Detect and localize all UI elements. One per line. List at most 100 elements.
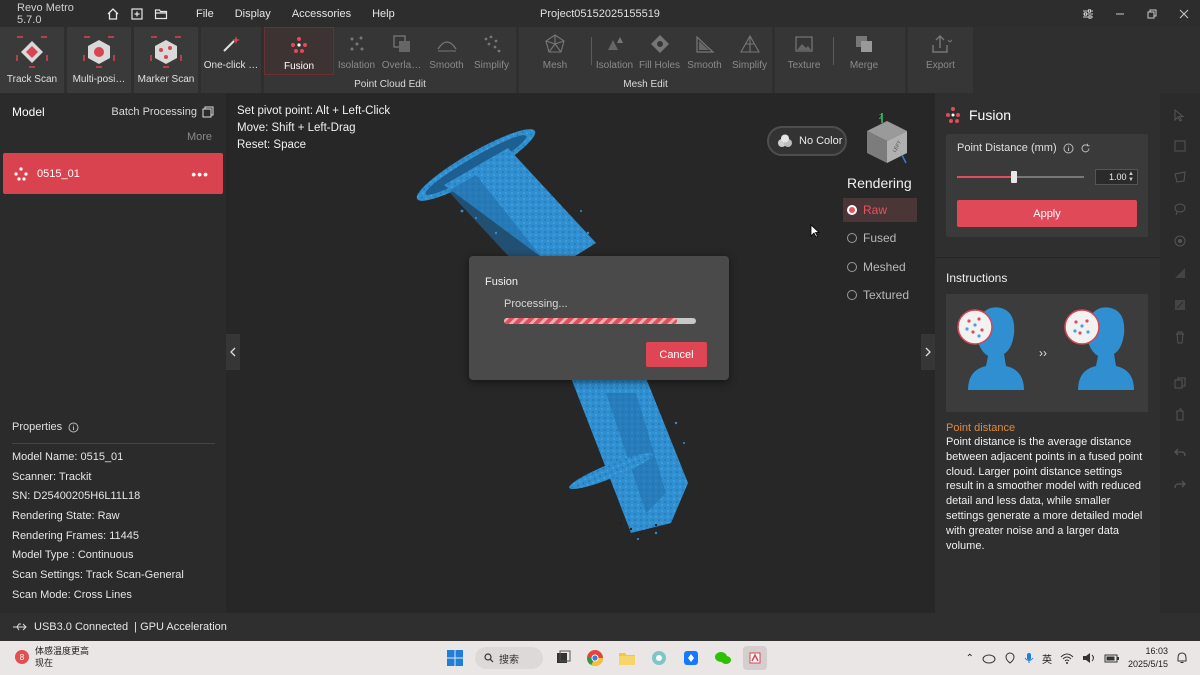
overlap-tool-button[interactable]: Overla… [379,27,424,75]
home-icon[interactable] [101,2,125,26]
property-model-type: Model Type : Continuous [12,549,134,562]
mesh-isolation-tool-button[interactable]: Isolation [592,27,637,75]
progress-bar [504,318,696,324]
rendering-option-textured[interactable]: Textured [843,283,917,307]
volume-icon[interactable] [1082,652,1096,664]
radio-selected [847,205,857,215]
notification-bell-icon[interactable] [1176,652,1188,664]
clock[interactable]: 16:03 2025/5/15 [1128,645,1168,671]
menu-display[interactable]: Display [235,8,271,20]
fusion-progress-dialog: Fusion Processing... Cancel [469,256,729,380]
marker-scan-icon [150,36,182,68]
mesh-smooth-tool-button[interactable]: Smooth [682,27,727,75]
delete-icon[interactable] [1170,327,1190,347]
view-cube[interactable]: Z LEFT [862,111,912,171]
info-icon[interactable] [68,422,79,433]
brush-select-icon[interactable] [1170,199,1190,219]
menu-help[interactable]: Help [372,8,395,20]
right-tool-strip [1160,93,1200,613]
app-blue-icon[interactable] [679,646,703,670]
fill-holes-tool-button[interactable]: Fill Holes [637,27,682,75]
windows-start-icon[interactable] [443,646,467,670]
restore-icon[interactable] [1136,0,1168,27]
merge-tool-button[interactable]: Merge [834,27,894,75]
simplify-point-tool-button[interactable]: Simplify [469,27,514,75]
multi-position-scan-icon [83,36,115,68]
redo-icon[interactable] [1170,475,1190,495]
app-title: Revo Metro 5.7.0 [17,1,74,26]
cloud-icon[interactable] [982,652,996,664]
mesh-simplify-tool-button[interactable]: Simplify [727,27,772,75]
plane-cut-icon[interactable] [1170,263,1190,283]
input-method[interactable]: 英 [1042,651,1052,666]
model-list-item[interactable]: 0515_01 ••• [3,153,223,194]
smooth-point-tool-button[interactable]: Smooth [424,27,469,75]
microphone-icon[interactable] [1024,652,1034,664]
close-icon[interactable] [1168,0,1200,27]
reset-icon[interactable] [1080,143,1091,154]
instructions-title: Instructions [946,271,1008,285]
clock-date: 2025/5/15 [1127,659,1168,669]
more-options-icon[interactable]: ••• [191,166,209,182]
apply-button[interactable]: Apply [957,200,1137,227]
open-folder-icon[interactable] [149,2,173,26]
app-icon[interactable] [647,646,671,670]
one-click-button[interactable]: One-click … [201,27,261,75]
multi-position-scan-button[interactable]: Multi-posi… [67,27,131,93]
divider [935,257,1160,258]
slider-handle[interactable] [1011,171,1018,183]
wifi-icon[interactable] [1060,652,1074,664]
rectangle-select-icon[interactable] [1170,136,1190,156]
batch-icon [202,106,214,118]
lasso-select-icon[interactable] [1170,167,1190,187]
spin-arrows-icon[interactable]: ▲ ▼ [1128,171,1134,183]
weather-widget[interactable]: 8 体感温度更高 现在 [15,645,89,669]
revo-app-icon[interactable] [743,646,767,670]
panel-title: Fusion [969,107,1012,123]
undo-icon[interactable] [1170,443,1190,463]
fusion-icon [946,107,960,123]
more-button[interactable]: More [0,131,226,153]
marker-scan-button[interactable]: Marker Scan [134,27,198,93]
battery-icon[interactable] [1104,652,1120,664]
no-color-toggle[interactable]: No Color [767,126,847,156]
select-pointer-icon[interactable] [1170,105,1190,125]
wechat-icon[interactable] [711,646,735,670]
invert-select-icon[interactable] [1170,295,1190,315]
menu-accessories[interactable]: Accessories [292,8,351,20]
paste-icon[interactable] [1170,405,1190,425]
rendering-option-fused[interactable]: Fused [843,226,917,250]
point-distance-spinbox[interactable]: 1.00 ▲ ▼ [1095,169,1138,185]
taskbar-search[interactable]: 搜索 [475,647,543,669]
task-view-icon[interactable] [551,646,575,670]
rendering-label-textured: Textured [863,288,910,302]
rendering-option-raw[interactable]: Raw [843,198,917,222]
rendering-option-meshed[interactable]: Meshed [843,255,917,279]
batch-processing-button[interactable]: Batch Processing [111,106,214,118]
fusion-settings: Point Distance (mm) 1.00 ▲ ▼ Apply [946,134,1148,237]
info-icon[interactable] [1063,143,1074,154]
export-button[interactable]: Export [908,27,973,75]
collapse-right-button[interactable] [921,334,935,370]
chevron-up-icon[interactable]: ⌃ [966,653,974,664]
texture-tool-button[interactable]: Texture [775,27,833,75]
mesh-tool-button[interactable]: Mesh [519,27,591,75]
collapse-left-button[interactable] [226,334,240,370]
new-project-icon[interactable] [125,2,149,26]
settings-sliders-icon[interactable] [1072,0,1104,27]
track-scan-button[interactable]: Track Scan [0,27,64,93]
file-explorer-icon[interactable] [615,646,639,670]
view-select-icon[interactable] [1170,231,1190,251]
gpu-status: | GPU Acceleration [134,621,227,633]
search-icon [484,653,494,663]
copy-icon[interactable] [1170,373,1190,393]
menu-file[interactable]: File [196,8,214,20]
cancel-button[interactable]: Cancel [646,342,707,367]
point-distance-slider[interactable] [957,171,1084,183]
chrome-icon[interactable] [583,646,607,670]
location-icon[interactable] [1004,652,1016,664]
minimize-icon[interactable] [1104,0,1136,27]
mouse-cursor-icon [810,224,820,238]
isolation-tool-button[interactable]: Isolation [334,27,379,75]
fusion-tool-button[interactable]: Fusion [264,27,334,75]
